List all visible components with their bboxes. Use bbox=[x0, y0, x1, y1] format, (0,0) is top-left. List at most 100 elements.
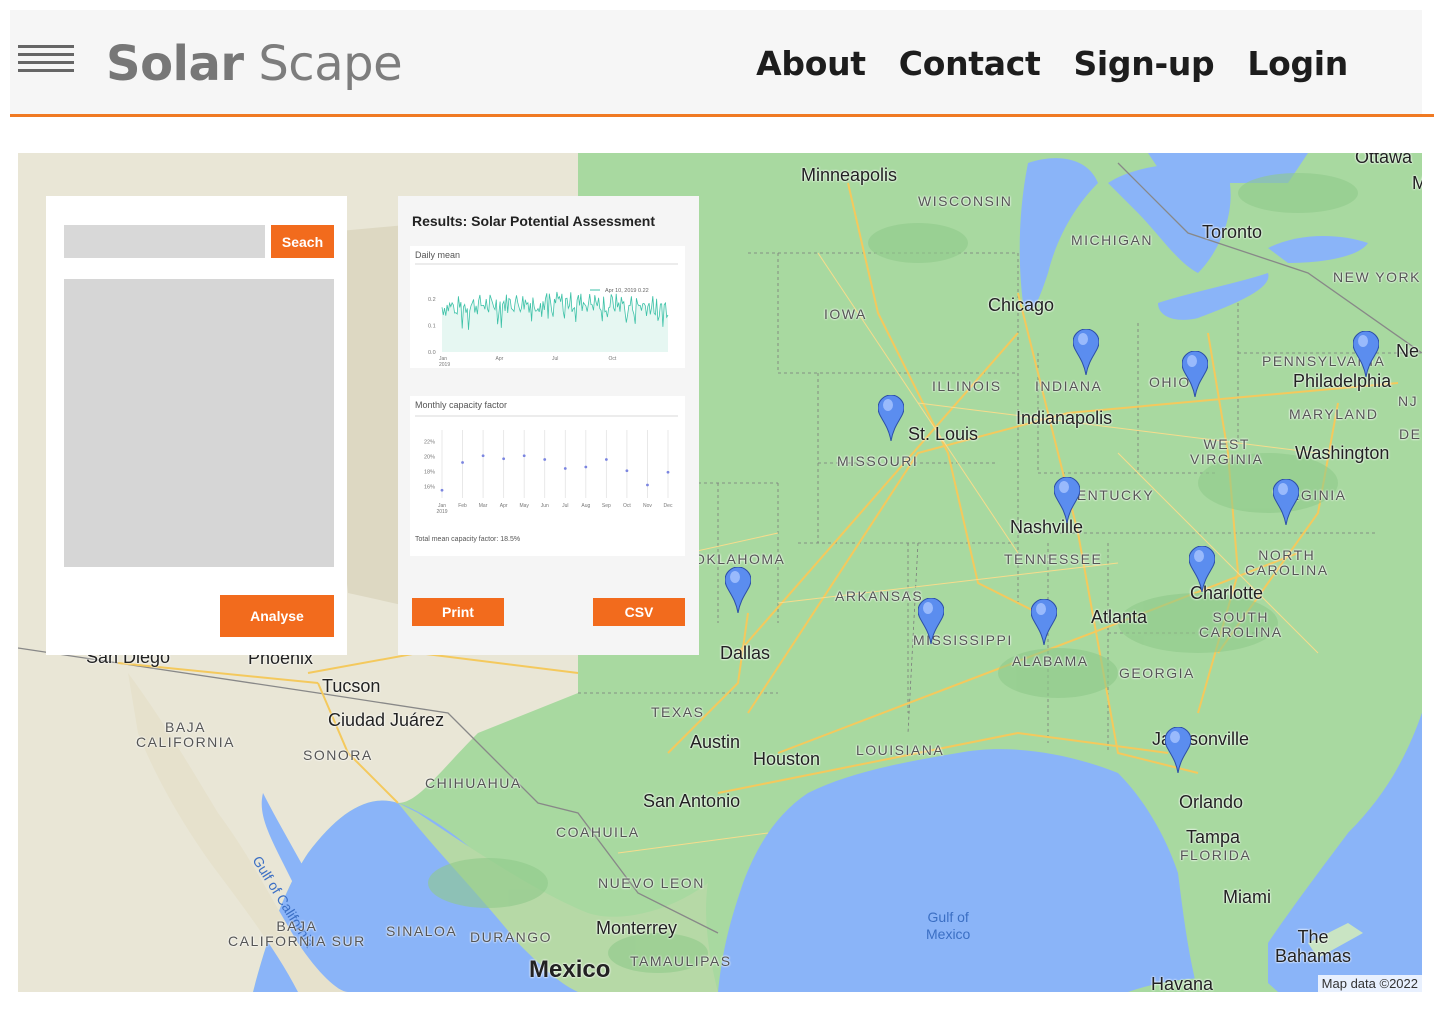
daily-chart-svg: Apr 10, 2019 0.22 0.20.10.0Jan2019Apr Jul… bbox=[415, 263, 678, 368]
brand-logo[interactable]: Solar Scape bbox=[106, 36, 403, 92]
brand-bold: Solar bbox=[106, 36, 244, 92]
map-label-oklahoma: OKLAHOMA bbox=[694, 551, 786, 567]
search-results-area[interactable] bbox=[64, 279, 334, 567]
map-label-de: DE bbox=[1399, 426, 1422, 442]
map-attribution[interactable]: Map data ©2022 bbox=[1317, 975, 1422, 992]
monthly-point[interactable] bbox=[502, 457, 506, 461]
monthly-point[interactable] bbox=[461, 461, 464, 464]
map-label-illinois: ILLINOIS bbox=[932, 378, 1002, 394]
map-label-tamaulipas: TAMAULIPAS bbox=[630, 953, 732, 969]
map-label-houston: Houston bbox=[753, 749, 821, 769]
map-label-gulfmexico: Gulf of Mexico bbox=[926, 909, 971, 942]
monthly-point[interactable] bbox=[522, 454, 526, 458]
map-pin-pennsylvania[interactable] bbox=[1353, 331, 1379, 377]
map-label-iowa: IOWA bbox=[824, 306, 867, 322]
daily-ytick-label: 0.1 bbox=[428, 324, 436, 330]
map-label-sinaloa: SINALOA bbox=[386, 923, 458, 939]
monthly-xtick-label: 2019 bbox=[436, 509, 447, 515]
map-label-thebahamas: The Bahamas bbox=[1275, 927, 1352, 966]
monthly-point[interactable] bbox=[625, 469, 629, 473]
map-label-chicago: Chicago bbox=[988, 295, 1055, 315]
monthly-point[interactable] bbox=[584, 465, 588, 469]
map-pin-indiana[interactable] bbox=[1073, 329, 1099, 375]
map-label-sonora: SONORA bbox=[303, 747, 373, 763]
map-label-missouri: MISSOURI bbox=[837, 453, 919, 469]
nav-contact[interactable]: Contact bbox=[899, 44, 1041, 83]
map-label-nuevoleon: NUEVO LEON bbox=[598, 875, 705, 891]
map-label-indiana: INDIANA bbox=[1035, 378, 1103, 394]
map-label-washington: Washington bbox=[1295, 443, 1390, 463]
print-button[interactable]: Print bbox=[412, 598, 504, 626]
map-label-tennessee: TENNESSEE bbox=[1004, 551, 1103, 567]
map-label-newyork: NEW YORK bbox=[1333, 269, 1421, 285]
monthly-xtick-label: Jul bbox=[562, 503, 568, 509]
map-label-bajasur: BAJA CALIFORNIA SUR bbox=[228, 918, 366, 949]
nav-signup[interactable]: Sign-up bbox=[1073, 44, 1214, 83]
daily-xtick-label: Jul bbox=[552, 356, 558, 362]
monthly-point[interactable] bbox=[543, 458, 547, 461]
monthly-ytick-label: 16% bbox=[424, 485, 435, 491]
map-label-chihuahua: CHIHUAHUA bbox=[425, 775, 522, 791]
map-label-ottawa: Ottawa bbox=[1355, 153, 1413, 167]
search-button[interactable]: Seach bbox=[271, 225, 334, 258]
map-label-atlanta: Atlanta bbox=[1091, 607, 1148, 627]
monthly-xtick-label: Nov bbox=[643, 503, 652, 509]
map-pin-kentucky[interactable] bbox=[1054, 477, 1080, 523]
map-label-alabama: ALABAMA bbox=[1012, 653, 1089, 669]
nav-login[interactable]: Login bbox=[1247, 44, 1348, 83]
monthly-ytick-label: 18% bbox=[424, 470, 435, 476]
monthly-point[interactable] bbox=[646, 483, 649, 487]
monthly-xtick-label: Feb bbox=[458, 503, 467, 509]
analyse-button[interactable]: Analyse bbox=[220, 595, 334, 637]
daily-xtick-label: Oct bbox=[609, 356, 617, 362]
map-label-bajacalifornia: BAJA CALIFORNIA bbox=[136, 719, 236, 750]
brand-light: Scape bbox=[258, 36, 403, 92]
map-label-stlouis: St. Louis bbox=[908, 424, 979, 444]
map-label-nj: NJ bbox=[1398, 393, 1419, 409]
monthly-xtick-label: Sep bbox=[602, 503, 611, 509]
map-label-havana: Havana bbox=[1151, 974, 1214, 992]
map-label-orlando: Orlando bbox=[1179, 792, 1244, 812]
map-label-georgia: GEORGIA bbox=[1119, 665, 1195, 681]
map-pin-virginia[interactable] bbox=[1273, 479, 1299, 525]
monthly-xtick-label: Dec bbox=[664, 503, 673, 509]
monthly-xtick-label: Apr bbox=[500, 503, 508, 509]
monthly-point[interactable] bbox=[440, 488, 444, 492]
menu-icon[interactable] bbox=[18, 45, 74, 81]
map-label-dallas: Dallas bbox=[720, 643, 771, 663]
monthly-chart-svg: 22%20%18%16%Jan2019Feb Mar Apr May Jun Jul Aug… bbox=[415, 415, 678, 515]
monthly-point[interactable] bbox=[604, 458, 608, 461]
app-header: Solar Scape About Contact Sign-up Login bbox=[10, 10, 1422, 114]
monthly-xtick-label: Mar bbox=[479, 503, 488, 509]
csv-button[interactable]: CSV bbox=[593, 598, 685, 626]
monthly-point[interactable] bbox=[563, 467, 567, 470]
map-pin-oklahoma[interactable] bbox=[725, 567, 751, 613]
map-pin-north-carolina[interactable] bbox=[1189, 546, 1215, 592]
map-label-indianapolis: Indianapolis bbox=[1016, 408, 1113, 428]
monthly-point[interactable] bbox=[666, 470, 670, 474]
map-label-mexico: Mexico bbox=[529, 956, 611, 983]
map-label-northcarolina: NORTH CAROLINA bbox=[1245, 547, 1329, 578]
map-label-tucson: Tucson bbox=[322, 676, 381, 696]
location-search-input[interactable] bbox=[64, 225, 265, 258]
map-label-coahuila: COAHUILA bbox=[556, 824, 640, 840]
map-label-arkansas: ARKANSAS bbox=[835, 588, 924, 604]
map-pin-ohio[interactable] bbox=[1182, 351, 1208, 397]
daily-chart-legend: Apr 10, 2019 0.22 bbox=[605, 288, 649, 294]
daily-mean-chart: Daily mean Apr 10, 2019 0.22 0.2 0.1 0.0 Ja… bbox=[410, 246, 685, 368]
monthly-point[interactable] bbox=[481, 454, 485, 458]
daily-ytick-label: 0.0 bbox=[428, 350, 436, 356]
map-label-tampa: Tampa bbox=[1186, 827, 1241, 847]
map-pin-alabama[interactable] bbox=[1031, 599, 1057, 645]
monthly-xtick-label: May bbox=[519, 503, 529, 509]
map-pin-missouri[interactable] bbox=[878, 395, 904, 441]
map-label-florida: FLORIDA bbox=[1180, 847, 1252, 863]
map-pin-florida[interactable] bbox=[1165, 727, 1191, 773]
monthly-xtick-label: Aug bbox=[581, 503, 590, 509]
nav-about[interactable]: About bbox=[756, 44, 866, 83]
map-label-louisiana: LOUISIANA bbox=[856, 742, 945, 758]
main-nav: About Contact Sign-up Login bbox=[756, 44, 1348, 83]
total-mean-capacity: Total mean capacity factor: 18.5% bbox=[415, 536, 521, 543]
map-label-austin: Austin bbox=[690, 732, 741, 752]
map-pin-mississippi[interactable] bbox=[918, 598, 944, 644]
